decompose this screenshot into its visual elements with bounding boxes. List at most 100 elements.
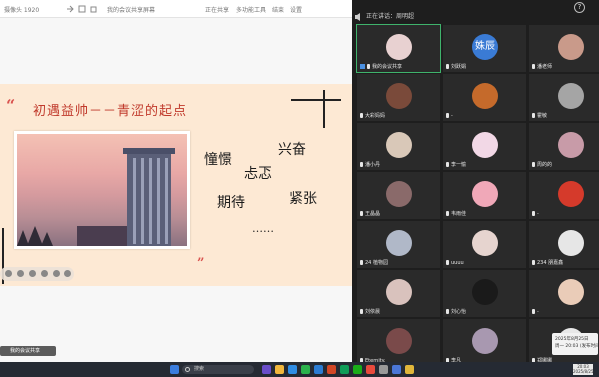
next-icon[interactable] [64,270,71,277]
settings-button[interactable]: 设置 [290,5,302,14]
building-photo [14,131,190,249]
participant-tile[interactable]: 王晶晶 [357,172,440,219]
avatar [558,34,584,60]
participant-tile[interactable]: 韦雨佳 [443,172,526,219]
microphone-icon [532,211,535,216]
participant-tile[interactable]: 24 植物园 [357,221,440,268]
participant-tile[interactable]: - [443,74,526,121]
participant-tile[interactable]: uuuu [443,221,526,268]
participant-tile[interactable]: 姝辰 刘跃娟 [443,25,526,72]
taskbar: 搜索 20:03 2025/8/25 [0,362,599,377]
slide-word: 期待 [217,195,245,211]
taskbar-search[interactable]: 搜索 [182,365,254,374]
participant-label: 24 植物园 [365,260,388,266]
eraser-icon[interactable] [17,270,24,277]
shared-screen: 摄像头 1920 我的会议共享屏幕 正在共享 多功能工具 结束 设置 “ 初遇益… [0,0,352,362]
participant-tile[interactable]: 潘小丹 [357,123,440,170]
participant-tile[interactable]: 霍敏 [529,74,599,121]
participant-tile[interactable]: 潘老师 [529,25,599,72]
edge-icon[interactable] [288,365,297,374]
participant-tile[interactable]: 大彩妈妈 [357,74,440,121]
copy-icon[interactable] [90,5,98,13]
tools-menu[interactable]: 多功能工具 [236,5,266,14]
quote-open: “ [6,96,16,115]
microphone-icon [360,162,363,167]
window-icon[interactable] [78,5,86,13]
app-icon[interactable] [379,365,388,374]
avatar [472,328,498,354]
tooltip-date: 2025年8月25日 [555,337,589,342]
end-share-button[interactable]: 结束 [272,5,284,14]
participant-tile[interactable]: 李凡 [443,319,526,366]
participants-panel: 正在讲话：周明超 ? 我的会议共享 姝辰 刘跃娟 潘老师 大彩妈妈 - 霍敏 潘小丹 李一愉 周的… [352,0,599,366]
microphone-icon [360,260,363,265]
pointer-icon[interactable] [29,270,36,277]
search-icon [185,367,190,372]
avatar [386,328,412,354]
participant-tile[interactable]: Eternity. [357,319,440,366]
participant-name: 刘依晨 [360,308,380,315]
participant-label: 刘心怡 [451,309,467,315]
microphone-icon [360,113,363,118]
participant-tile[interactable]: - [529,270,599,317]
task-view-icon[interactable] [262,365,271,374]
participant-tile[interactable]: 刘心怡 [443,270,526,317]
avatar [472,279,498,305]
search-placeholder: 搜索 [194,366,205,372]
avatar [472,132,498,158]
slide-ellipsis: …… [252,222,274,235]
participant-tile[interactable]: 234 朋嘉鑫 [529,221,599,268]
participant-label: 王晶晶 [365,211,381,217]
start-icon[interactable] [170,365,179,374]
chrome-icon[interactable] [301,365,310,374]
grid-icon[interactable] [41,270,48,277]
speaking-label: 正在讲话：周明超 [366,13,415,20]
avatar: 姝辰 [472,34,498,60]
decorative-line [323,90,325,128]
avatar [472,230,498,256]
app-icon[interactable] [366,365,375,374]
participant-name: 大彩妈妈 [360,112,385,119]
menu-icon[interactable] [53,270,60,277]
microphone-icon [446,309,449,314]
microphone-icon [367,64,370,69]
wechat-icon[interactable] [353,365,362,374]
participant-label: 霍敏 [537,113,548,119]
participant-label: - [537,211,539,217]
participant-name: uuuu [446,260,464,266]
word-icon[interactable] [314,365,323,374]
participant-tile[interactable]: 周的的 [529,123,599,170]
participant-tile[interactable]: 刘依晨 [357,270,440,317]
pen-icon[interactable] [5,270,12,277]
participant-tile[interactable]: 我的会议共享 [356,24,441,73]
meeting-app-icon[interactable] [340,365,349,374]
participant-name: 刘跃娟 [446,63,466,70]
powerpoint-icon[interactable] [327,365,336,374]
datetime-tooltip: 2025年8月25日 周一 20:03 (发布时间) [552,333,598,355]
clock-date: 2025/8/25 [573,369,594,374]
microphone-icon [446,64,449,69]
participant-name: 周的的 [532,161,552,168]
avatar [386,181,412,207]
participant-name: - [446,113,453,119]
participant-label: 李一愉 [451,162,467,168]
quote-close: ” [197,256,205,271]
help-icon[interactable]: ? [574,2,585,13]
participant-tile[interactable]: - [529,172,599,219]
arrow-icon[interactable] [66,5,74,13]
sharing-status[interactable]: 正在共享 [205,5,229,14]
file-explorer-icon[interactable] [275,365,284,374]
slide-word: 憧憬 [204,152,232,168]
participant-tile[interactable]: 李一愉 [443,123,526,170]
system-clock[interactable]: 20:03 2025/8/25 [573,364,594,375]
share-title: 我的会议共享屏幕 [107,7,156,14]
slide-word: 紧张 [289,191,317,207]
slide-control-bar[interactable] [0,267,74,281]
participant-label: - [451,113,453,119]
avatar [472,181,498,207]
microphone-icon [446,162,449,167]
share-status-bar[interactable]: 我的会议共享 [0,346,56,356]
app-icon[interactable] [405,365,414,374]
participant-name: 王晶晶 [360,210,380,217]
app-icon[interactable] [392,365,401,374]
